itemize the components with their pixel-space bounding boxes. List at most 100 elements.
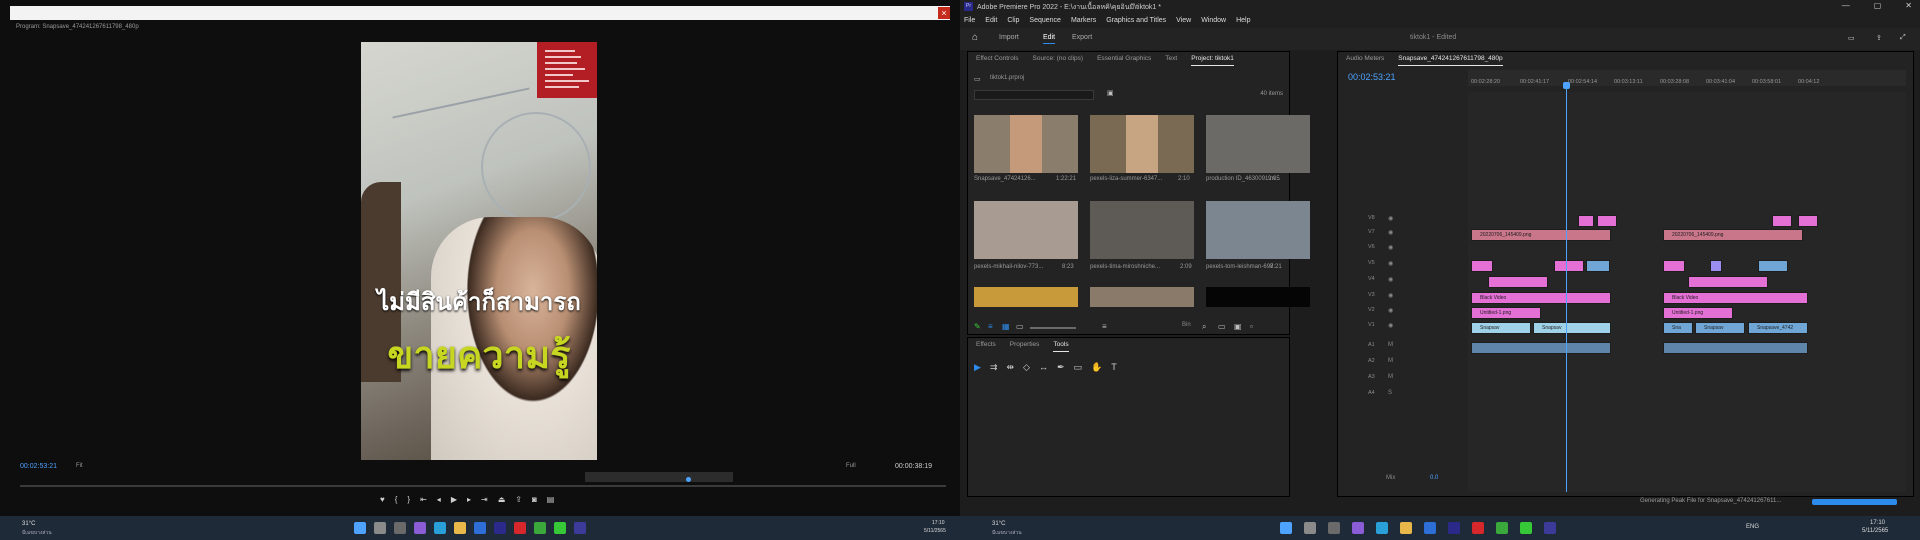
timeline-clip[interactable]: Snapsave_4742	[1748, 322, 1808, 334]
maximize-icon[interactable]: ▢	[1874, 1, 1882, 10]
menu-clip[interactable]: Clip	[1007, 14, 1019, 28]
write-icon[interactable]: ✎	[974, 322, 981, 331]
rectangle-tool-icon[interactable]: ▭	[1073, 362, 1082, 373]
timeline-clip[interactable]: Untitled-1.png	[1471, 307, 1541, 319]
tab-import[interactable]: Import	[999, 34, 1019, 41]
edge-icon[interactable]	[434, 522, 446, 534]
menu-help[interactable]: Help	[1236, 14, 1250, 28]
red-app-icon[interactable]	[514, 522, 526, 534]
home-icon[interactable]: ⌂	[972, 32, 978, 43]
timeline-clip[interactable]: Snapsav	[1695, 322, 1745, 334]
export-frame-icon[interactable]: ◙	[532, 493, 537, 505]
solo-button[interactable]: S	[1388, 390, 1392, 396]
tab-audio-meters[interactable]: Audio Meters	[1346, 52, 1384, 66]
timeline-clip[interactable]	[1758, 260, 1788, 272]
project-search-input[interactable]	[974, 90, 1094, 100]
timeline-clip[interactable]	[1488, 276, 1548, 288]
mute-button[interactable]: M	[1388, 358, 1393, 364]
monitor-playhead[interactable]	[686, 477, 691, 482]
icon-view-icon[interactable]: ▦	[1002, 322, 1010, 331]
tab-properties[interactable]: Properties	[1010, 338, 1040, 352]
mute-button[interactable]: M	[1388, 342, 1393, 348]
menu-graphics[interactable]: Graphics and Titles	[1106, 14, 1166, 28]
mark-in-icon[interactable]: {	[395, 493, 398, 505]
tab-effect-controls[interactable]: Effect Controls	[976, 52, 1019, 66]
minimize-icon[interactable]: —	[1842, 1, 1850, 10]
playback-resolution-dropdown[interactable]: Full	[846, 463, 856, 469]
mute-button[interactable]: M	[1388, 374, 1393, 380]
go-to-in-icon[interactable]: ⇤	[420, 493, 427, 505]
timeline-clip[interactable]	[1578, 215, 1594, 227]
chat-icon[interactable]	[1352, 522, 1364, 534]
audio-clip[interactable]	[1471, 342, 1611, 354]
timeline-timecode[interactable]: 00:02:53:21	[1348, 72, 1396, 82]
thumb-pexels-tima[interactable]	[1090, 201, 1194, 259]
track-select-tool-icon[interactable]: ⇉	[990, 362, 998, 373]
timeline-clip[interactable]	[1710, 260, 1722, 272]
eye-icon[interactable]: ◉	[1388, 307, 1393, 314]
thumb-pexels-liza[interactable]	[1090, 115, 1194, 173]
type-tool-icon[interactable]: T	[1111, 362, 1117, 373]
hand-tool-icon[interactable]: ✋	[1091, 362, 1102, 373]
search-icon[interactable]: ⌕	[1202, 322, 1206, 332]
premiere-icon[interactable]	[574, 522, 586, 534]
zoom-fit-dropdown[interactable]: Fit	[76, 463, 83, 469]
go-to-out-icon[interactable]: ⇥	[481, 493, 488, 505]
mix-value[interactable]: 0.0	[1430, 475, 1438, 481]
tab-effects[interactable]: Effects	[976, 338, 996, 352]
menu-sequence[interactable]: Sequence	[1029, 14, 1061, 28]
chat-icon[interactable]	[414, 522, 426, 534]
thumb-partial[interactable]	[1206, 287, 1310, 307]
thumb-partial[interactable]	[1090, 287, 1194, 307]
after-effects-icon[interactable]	[494, 522, 506, 534]
line-icon[interactable]	[1520, 522, 1532, 534]
fullscreen-icon[interactable]: ⤢	[1900, 34, 1906, 42]
eye-icon[interactable]: ◉	[1388, 322, 1393, 329]
timeline-clip[interactable]	[1554, 260, 1584, 272]
trash-icon[interactable]: ▫	[1250, 322, 1253, 331]
timeline-clip[interactable]	[1586, 260, 1610, 272]
eye-icon[interactable]: ◉	[1388, 276, 1393, 283]
eye-icon[interactable]: ◉	[1388, 244, 1393, 251]
timeline-clip[interactable]: Sna	[1663, 322, 1693, 334]
comparison-view-icon[interactable]: ▤	[547, 493, 555, 505]
step-back-icon[interactable]: ◂	[437, 493, 441, 505]
eye-icon[interactable]: ◉	[1388, 215, 1393, 222]
premiere-icon[interactable]	[1544, 522, 1556, 534]
tab-tools[interactable]: Tools	[1053, 338, 1069, 352]
mark-out-icon[interactable]: }	[407, 493, 410, 505]
task-view-icon[interactable]	[1328, 522, 1340, 534]
timeline-clip[interactable]: Black Video	[1663, 292, 1808, 304]
video-frame[interactable]: ไม่มีสินค้าก็สามารถ ขายความรู้	[361, 42, 597, 460]
timeline-clip[interactable]	[1688, 276, 1768, 288]
eye-icon[interactable]: ◉	[1388, 292, 1393, 299]
new-bin-icon[interactable]: ▣	[1107, 89, 1114, 97]
menu-view[interactable]: View	[1176, 14, 1191, 28]
share-icon[interactable]: ⇪	[1876, 34, 1882, 42]
eye-icon[interactable]: ◉	[1388, 229, 1393, 236]
tab-project[interactable]: Project: tiktok1	[1191, 52, 1234, 66]
timeline-playhead[interactable]	[1566, 82, 1567, 492]
menu-window[interactable]: Window	[1201, 14, 1226, 28]
thumb-production[interactable]	[1206, 115, 1310, 173]
program-monitor-titlebar[interactable]: ×	[10, 6, 950, 20]
tab-sequence[interactable]: Snapsave_474241267611798_480p	[1398, 52, 1503, 66]
close-icon[interactable]: ✕	[1905, 1, 1912, 10]
tab-text[interactable]: Text	[1165, 52, 1177, 66]
timeline-clip[interactable]: 20220706_145409.png	[1663, 229, 1803, 241]
monitor-scrub-bar[interactable]	[20, 485, 946, 487]
start-icon[interactable]	[354, 522, 366, 534]
play-icon[interactable]: ▶	[451, 493, 457, 505]
timeline-clip[interactable]: 20220706_145409.png	[1471, 229, 1611, 241]
zoom-slider[interactable]	[1030, 327, 1076, 329]
search-icon[interactable]	[1304, 522, 1316, 534]
monitor-timeline-ruler[interactable]	[585, 472, 733, 482]
thumb-pexels-tom[interactable]	[1206, 201, 1310, 259]
ripple-edit-tool-icon[interactable]: ⇹	[1006, 362, 1014, 373]
timeline-clip[interactable]: Snapsav	[1471, 322, 1531, 334]
playhead-timecode[interactable]: 00:02:53:21	[20, 463, 57, 470]
sort-icon[interactable]: ≡	[1102, 322, 1107, 331]
mail-icon[interactable]	[1424, 522, 1436, 534]
audio-clip[interactable]	[1663, 342, 1808, 354]
xbox-icon[interactable]	[1496, 522, 1508, 534]
